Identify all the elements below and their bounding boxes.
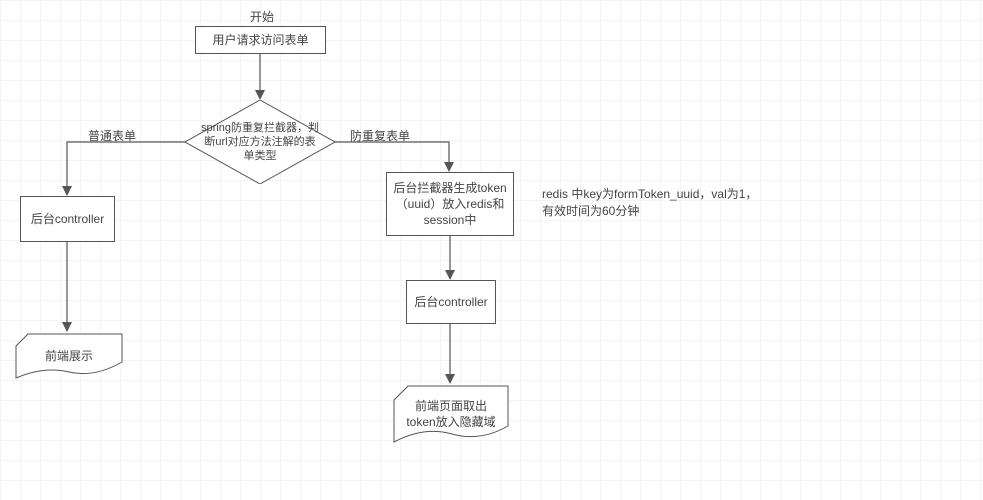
node-left-display: 前端展示	[14, 332, 124, 380]
label-right-branch: 防重复表单	[350, 127, 410, 144]
label-left-branch-text: 普通表单	[88, 129, 136, 143]
node-right-process-text: 后台拦截器生成token（uuid）放入redis和session中	[391, 180, 509, 229]
start-label: 开始	[246, 8, 278, 25]
label-left-branch: 普通表单	[88, 127, 136, 144]
label-right-branch-text: 防重复表单	[350, 129, 410, 143]
arrow-left-controller-to-display	[59, 242, 75, 332]
annotation-redis: redis 中key为formToken_uuid，val为1，有效时间为60分…	[542, 186, 762, 220]
node-left-display-text: 前端展示	[45, 348, 93, 364]
arrow-process-to-right-controller	[442, 236, 458, 280]
arrow-decision-to-left-controller	[57, 140, 189, 196]
node-start: 用户请求访问表单	[195, 26, 326, 54]
start-label-text: 开始	[250, 10, 274, 24]
node-right-display: 前端页面取出token放入隐藏域	[392, 384, 510, 444]
node-right-controller: 后台controller	[406, 280, 496, 324]
node-left-controller-text: 后台controller	[31, 211, 104, 227]
node-start-text: 用户请求访问表单	[212, 32, 308, 48]
node-decision-text: spring防重复拦截器，判断url对应方法注解的表单类型	[199, 121, 321, 164]
node-left-controller: 后台controller	[20, 196, 115, 242]
arrow-start-to-decision	[252, 54, 268, 100]
node-right-controller-text: 后台controller	[414, 294, 487, 310]
annotation-redis-text: redis 中key为formToken_uuid，val为1，有效时间为60分…	[542, 187, 757, 218]
arrow-right-controller-to-display	[442, 324, 458, 384]
arrow-decision-to-right-process	[335, 140, 459, 172]
node-decision: spring防重复拦截器，判断url对应方法注解的表单类型	[185, 100, 335, 184]
node-right-process: 后台拦截器生成token（uuid）放入redis和session中	[386, 172, 514, 236]
node-right-display-text: 前端页面取出token放入隐藏域	[402, 398, 500, 430]
